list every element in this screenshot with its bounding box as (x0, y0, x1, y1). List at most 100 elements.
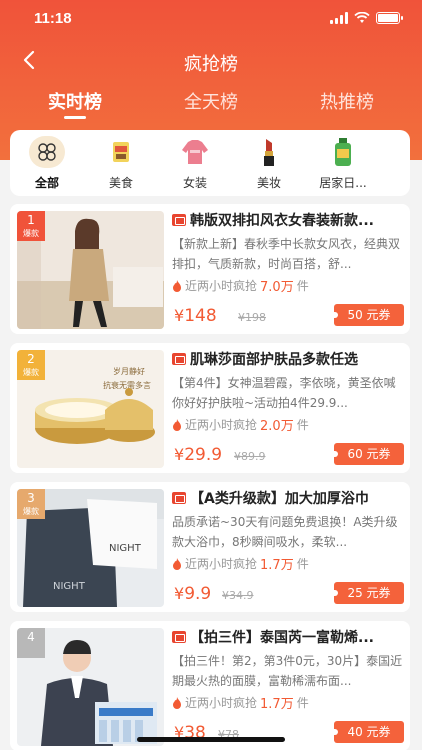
tab-realtime[interactable]: 实时榜 (20, 88, 130, 114)
sold-info: 近两小时疯抢 7.0万 件 (172, 276, 404, 295)
tab-hot[interactable]: 热推榜 (292, 88, 402, 114)
sweater-icon (177, 136, 213, 168)
original-price: ¥89.9 (234, 450, 266, 463)
rank-number: 4 (27, 630, 35, 644)
price-symbol: ¥ (174, 445, 185, 464)
tmall-tag-icon (172, 353, 186, 365)
nav-bar: 疯抢榜 (0, 44, 422, 80)
price-value: 9.9 (184, 584, 212, 604)
product-desc: 【第4件】女神温碧霞，李依晓，黄圣依喊你好好护肤啦~活动拍4件29.9... (172, 376, 396, 410)
tmall-tag-icon (172, 492, 186, 504)
product-card[interactable]: 1 爆款 韩版双排扣风衣女春装新款... 【新款上新】春秋季中长款女风衣，经典双… (10, 204, 410, 334)
flame-icon (173, 557, 181, 570)
sold-prefix: 近两小时疯抢 (185, 279, 258, 293)
product-card[interactable]: 岁月静好 抗衰无需多言 2 爆款 肌琳莎面部护肤品多款任选 【第4件】女神温碧霞… (10, 343, 410, 473)
slogan-1: 岁月静好 (113, 366, 145, 376)
flame-icon (173, 696, 181, 709)
product-title[interactable]: 韩版双排扣风衣女春装新款... (190, 210, 374, 230)
signal-icon (330, 12, 348, 24)
sold-count: 7.0万 (260, 280, 294, 295)
rank-badge: 4 (17, 628, 45, 658)
sold-unit: 件 (296, 418, 309, 432)
status-bar: 11:18 (0, 0, 422, 40)
category-label: 美妆 (256, 176, 281, 190)
food-icon (103, 136, 139, 168)
rank-badge: 1 爆款 (17, 211, 45, 241)
home-indicator (137, 737, 285, 742)
sold-unit: 件 (296, 696, 309, 710)
sold-info: 近两小时疯抢 1.7万 件 (172, 693, 404, 712)
coupon-button[interactable]: 40 元券 (330, 721, 404, 743)
category-label: 居家日... (319, 176, 367, 190)
coupon-button[interactable]: 60 元券 (330, 443, 404, 465)
product-title[interactable]: 肌琳莎面部护肤品多款任选 (190, 349, 358, 369)
category-home[interactable]: 居家日... (306, 136, 380, 191)
sold-info: 近两小时疯抢 2.0万 件 (172, 415, 404, 434)
price: ¥9.9 (174, 584, 211, 604)
towel-brand-1: NIGHT (109, 543, 142, 554)
category-bar: 全部 美食 女装 美妆 居家日... (10, 130, 410, 196)
battery-icon (376, 12, 403, 24)
rank-badge: 2 爆款 (17, 350, 45, 380)
product-title[interactable]: 【拍三件】泰国芮一富勒烯... (190, 627, 374, 647)
tab-underline (64, 116, 86, 119)
rank-number: 2 (27, 352, 35, 366)
rank-sub: 爆款 (23, 507, 39, 516)
tmall-tag-icon (172, 214, 186, 226)
rank-badge: 3 爆款 (17, 489, 45, 519)
product-desc: 【新款上新】春秋季中长款女风衣，经典双排扣，气质新款，时尚百搭，舒... (172, 237, 401, 271)
sold-prefix: 近两小时疯抢 (185, 418, 258, 432)
price-symbol: ¥ (174, 306, 185, 325)
product-image[interactable]: 4 (17, 628, 164, 746)
bottle-icon (325, 136, 361, 168)
product-desc: 品质承诺~30天有问题免费退换！A类升级款大浴巾，8秒瞬间吸水，柔软... (172, 515, 398, 549)
tab-bar: 实时榜 全天榜 热推榜 (0, 84, 422, 124)
category-label: 全部 (34, 176, 59, 190)
coupon-button[interactable]: 50 元券 (330, 304, 404, 326)
lipstick-icon (251, 136, 287, 168)
original-price: ¥34.9 (222, 589, 254, 602)
flame-icon (173, 279, 181, 292)
page-title: 疯抢榜 (184, 54, 238, 75)
product-desc: 【拍三件！第2，第3件0元，30片】泰国近期最火热的面膜，富勒稀濡布面... (172, 654, 403, 688)
rank-number: 1 (27, 213, 35, 227)
sold-prefix: 近两小时疯抢 (185, 557, 258, 571)
product-image[interactable]: 岁月静好 抗衰无需多言 2 爆款 (17, 350, 164, 468)
product-image[interactable]: 1 爆款 (17, 211, 164, 329)
tmall-tag-icon (172, 631, 186, 643)
sold-count: 1.7万 (260, 697, 294, 712)
tab-allday[interactable]: 全天榜 (156, 88, 266, 114)
category-makeup[interactable]: 美妆 (232, 136, 306, 191)
category-label: 女装 (182, 176, 207, 190)
coupon-button[interactable]: 25 元券 (330, 582, 404, 604)
price-value: 29.9 (184, 445, 223, 465)
sold-unit: 件 (296, 279, 309, 293)
sold-unit: 件 (296, 557, 309, 571)
sold-info: 近两小时疯抢 1.7万 件 (172, 554, 404, 573)
original-price: ¥198 (238, 311, 266, 324)
price: ¥29.9 (174, 445, 222, 465)
status-time: 11:18 (34, 10, 72, 27)
price-value: 148 (184, 306, 217, 326)
flame-icon (173, 418, 181, 431)
price-symbol: ¥ (174, 584, 185, 603)
rank-sub: 爆款 (23, 229, 39, 238)
product-image[interactable]: NIGHT NIGHT 3 爆款 (17, 489, 164, 607)
sold-count: 1.7万 (260, 558, 294, 573)
price: ¥148 (174, 306, 217, 326)
category-women[interactable]: 女装 (158, 136, 232, 191)
product-title[interactable]: 【A类升级款】加大加厚浴巾 (190, 488, 369, 508)
sold-prefix: 近两小时疯抢 (185, 696, 258, 710)
towel-brand-2: NIGHT (53, 581, 86, 592)
slogan-2: 抗衰无需多言 (103, 380, 151, 390)
category-label: 美食 (108, 176, 133, 190)
sold-count: 2.0万 (260, 419, 294, 434)
category-food[interactable]: 美食 (84, 136, 158, 191)
wifi-icon (354, 12, 370, 23)
product-card[interactable]: 4 【拍三件】泰国芮一富勒烯... 【拍三件！第2，第3件0元，30片】泰国近期… (10, 621, 410, 750)
rank-sub: 爆款 (23, 368, 39, 377)
grid-icon (29, 136, 65, 168)
category-all[interactable]: 全部 (10, 136, 84, 191)
rank-number: 3 (27, 491, 35, 505)
product-card[interactable]: NIGHT NIGHT 3 爆款 【A类升级款】加大加厚浴巾 品质承诺~30天有… (10, 482, 410, 612)
